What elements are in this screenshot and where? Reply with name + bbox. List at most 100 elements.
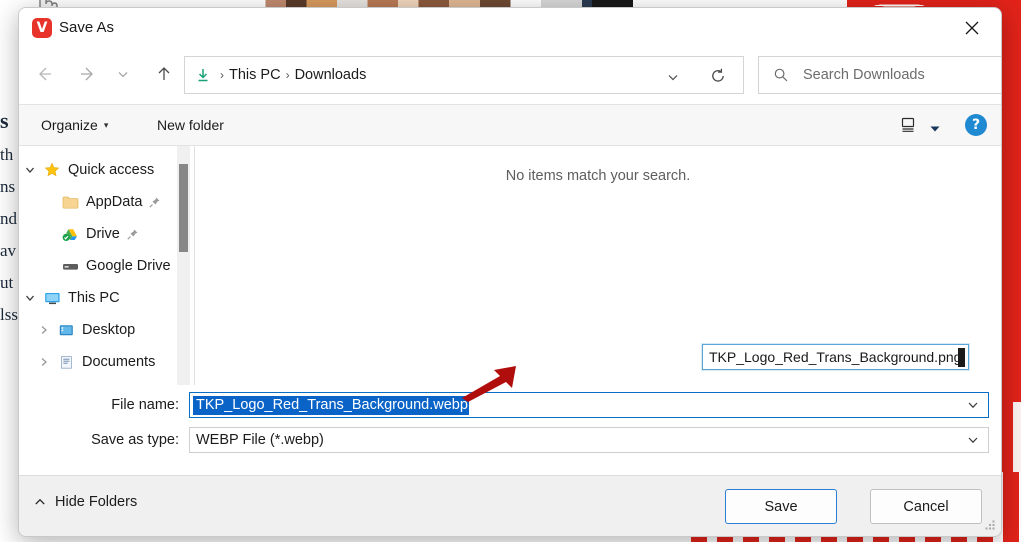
back-button[interactable] (27, 57, 61, 91)
view-layout-glyph (901, 117, 915, 132)
resize-grip-icon[interactable] (984, 520, 996, 532)
chevron-down-icon (668, 75, 678, 81)
file-name-dropdown-button[interactable] (966, 398, 980, 417)
sidebar-item-label: Drive (86, 226, 120, 242)
help-icon[interactable]: ? (965, 114, 987, 136)
save-as-dialog: V Save As › This PC › Downloads Search D… (18, 7, 1002, 537)
cancel-button[interactable]: Cancel (870, 489, 982, 524)
text-caret (958, 348, 965, 367)
dialog-footer: Hide Folders Save Cancel (19, 475, 1001, 536)
sidebar-item-quick-access[interactable]: Quick access (19, 154, 194, 186)
recent-locations-button[interactable] (111, 57, 135, 91)
save-button[interactable]: Save (725, 489, 837, 524)
chevron-down-icon (968, 402, 978, 409)
view-layout-icon[interactable] (893, 110, 923, 140)
dialog-content: Quick access AppData Drive Google Drive … (19, 146, 1001, 385)
twisty-expanded-glyph (26, 295, 34, 301)
save-as-type-dropdown-button[interactable] (966, 433, 980, 452)
red-arrow-annotation (462, 366, 516, 402)
drive-disk-glyph (62, 264, 78, 270)
pin-icon[interactable] (126, 228, 139, 241)
sidebar-item-documents[interactable]: Documents (19, 346, 194, 378)
monitor-icon (41, 291, 63, 306)
new-folder-button[interactable]: New folder (147, 105, 234, 145)
dialog-titlebar[interactable]: V Save As (19, 8, 1001, 48)
pin-glyph (127, 229, 138, 240)
command-bar: Organize ▾ New folder ? (19, 104, 1001, 146)
inline-filename-edit-box[interactable]: TKP_Logo_Red_Trans_Background.png (702, 344, 969, 370)
forward-button[interactable] (71, 57, 105, 91)
view-options-dropdown[interactable] (929, 121, 941, 139)
breadcrumb-separator-0: › (220, 68, 224, 82)
search-box[interactable] (758, 56, 1001, 94)
vivaldi-logo-icon: V (32, 18, 52, 38)
chevron-up-glyph (35, 498, 45, 505)
downloads-icon (195, 67, 211, 83)
star-glyph (44, 162, 60, 177)
sidebar-item-label: Documents (82, 354, 156, 370)
refresh-button[interactable] (709, 67, 727, 90)
help-label: ? (971, 117, 981, 133)
navigation-pane: Quick access AppData Drive Google Drive … (19, 146, 194, 385)
organize-menu-button[interactable]: Organize ▾ (31, 105, 118, 145)
save-as-type-value: WEBP File (*.webp) (196, 432, 324, 448)
navigation-bar: › This PC › Downloads (19, 48, 1001, 104)
sidebar-item-label: Google Drive (86, 258, 171, 274)
folder-icon (59, 195, 81, 210)
address-bar[interactable]: › This PC › Downloads (184, 56, 744, 94)
sidebar-item-drive[interactable]: Drive (19, 218, 194, 250)
sidebar-item-google-drive[interactable]: Google Drive (19, 250, 194, 282)
hide-folders-button[interactable]: Hide Folders (33, 494, 137, 510)
chevron-right-icon[interactable] (33, 356, 55, 368)
twisty-collapsed-glyph (41, 358, 47, 366)
twisty-collapsed-glyph (41, 326, 47, 334)
downloads-glyph (198, 69, 208, 82)
file-name-value: TKP_Logo_Red_Trans_Background.webp (193, 395, 469, 415)
up-one-level-button[interactable] (147, 57, 181, 91)
google-drive-sync-icon (59, 227, 81, 242)
sidebar-item-this-pc[interactable]: This PC (19, 282, 194, 314)
close-glyph (965, 21, 979, 35)
documents-glyph (60, 355, 72, 369)
twisty-expanded-glyph (26, 167, 34, 173)
vivaldi-logo-glyph: V (36, 20, 48, 36)
arrow-left-icon (39, 67, 51, 81)
empty-results-message: No items match your search. (505, 168, 691, 184)
scrollbar-thumb[interactable] (179, 164, 188, 252)
breadcrumb-item-downloads[interactable]: Downloads (295, 67, 367, 83)
hide-folders-label: Hide Folders (55, 494, 138, 510)
chevron-down-icon (118, 72, 128, 78)
monitor-glyph (44, 292, 60, 304)
sidebar-item-label: Quick access (68, 162, 155, 178)
close-icon[interactable] (951, 12, 993, 44)
bg-line-0: s (0, 108, 9, 133)
chevron-down-icon[interactable] (19, 292, 41, 304)
arrow-right-icon (81, 67, 93, 81)
chevron-up-icon (33, 495, 47, 509)
desktop-folder-icon (55, 323, 77, 338)
navigation-pane-scrollbar[interactable] (177, 146, 190, 385)
star-icon (41, 162, 63, 178)
search-icon (773, 67, 789, 83)
new-folder-label: New folder (157, 117, 224, 133)
sidebar-item-appdata[interactable]: AppData (19, 186, 194, 218)
drive-disk-icon (59, 259, 81, 273)
dialog-title: Save As (59, 19, 115, 36)
file-name-input[interactable]: TKP_Logo_Red_Trans_Background.webp (189, 392, 989, 418)
file-list-pane[interactable]: No items match your search. TKP_Logo_Red… (195, 146, 1001, 385)
chevron-down-icon[interactable] (19, 164, 41, 176)
refresh-icon (712, 68, 724, 82)
search-input[interactable] (801, 66, 975, 84)
breadcrumb-item-this-pc[interactable]: This PC (229, 67, 281, 83)
google-drive-sync-glyph (62, 228, 77, 241)
pin-icon[interactable] (148, 196, 161, 209)
address-dropdown-button[interactable] (665, 69, 681, 90)
chevron-down-icon (968, 437, 978, 444)
sidebar-item-label: AppData (86, 194, 143, 210)
search-glyph (774, 68, 788, 82)
documents-icon (55, 355, 77, 370)
save-as-type-select[interactable]: WEBP File (*.webp) (189, 427, 989, 453)
sidebar-item-label: This PC (68, 290, 120, 306)
chevron-right-icon[interactable] (33, 324, 55, 336)
sidebar-item-desktop[interactable]: Desktop (19, 314, 194, 346)
